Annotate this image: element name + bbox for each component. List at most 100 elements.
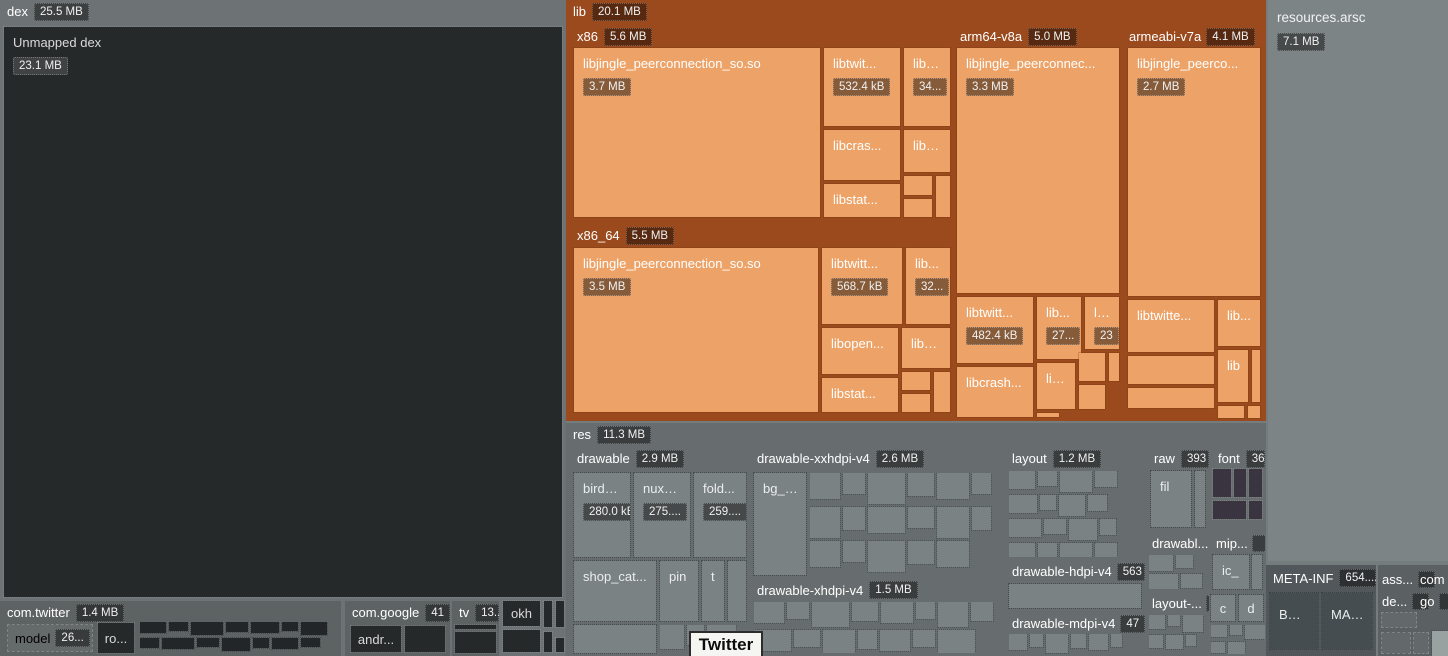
treemap-cell[interactable] [916, 602, 935, 619]
treemap-cell-lib32[interactable]: lib... 32... [906, 248, 950, 324]
treemap-cell[interactable] [810, 507, 840, 538]
group-header-drawable-mdpi-v4[interactable]: drawable-mdpi-v4 47 [1005, 612, 1145, 635]
treemap-cells-grid[interactable] [754, 602, 998, 653]
treemap-cell[interactable] [754, 602, 784, 623]
treemap-cell[interactable] [1009, 543, 1035, 557]
treemap-cell[interactable] [162, 638, 194, 649]
treemap-cell-lib27[interactable]: lib... 27... [1037, 297, 1081, 359]
treemap-cell[interactable] [1095, 471, 1117, 487]
treemap-cell[interactable] [660, 625, 684, 649]
treemap-cell[interactable] [1149, 555, 1173, 571]
treemap-cell-resources-arsc[interactable]: resources.arsc 7.1 MB [1268, 0, 1448, 561]
group-header-x86-64[interactable]: x86_64 5.5 MB [570, 224, 954, 247]
treemap-cell[interactable] [1211, 625, 1227, 637]
treemap-cell-libtwitte[interactable]: libtwitte... [1128, 300, 1214, 352]
treemap-cell[interactable] [971, 602, 993, 621]
treemap-cell-fil[interactable]: fil [1151, 471, 1191, 527]
treemap-cell[interactable] [972, 473, 991, 494]
treemap-cell[interactable] [1088, 495, 1107, 511]
treemap-cell-lib[interactable]: lib... [1037, 363, 1075, 409]
treemap-cell[interactable] [1149, 615, 1165, 629]
treemap-cell-libopen[interactable]: libopen... [822, 328, 898, 374]
treemap-cell-font-file[interactable] [1213, 501, 1246, 519]
treemap-cells-grid[interactable] [1149, 615, 1207, 654]
treemap-cell-fold[interactable]: fold... 259.... [694, 473, 746, 557]
treemap-cell[interactable] [972, 507, 991, 530]
treemap-cell[interactable] [169, 622, 188, 631]
group-header-x86[interactable]: x86 5.6 MB [570, 25, 954, 48]
treemap-cell[interactable] [938, 630, 975, 653]
group-header-raw[interactable]: raw 393 [1147, 447, 1209, 470]
treemap-cell[interactable] [140, 638, 159, 648]
treemap-cell[interactable] [301, 638, 320, 647]
treemap-cell[interactable] [1181, 574, 1202, 588]
treemap-cell-ro[interactable]: ro... [98, 623, 134, 653]
group-header-layout-land[interactable]: layout-... [1147, 593, 1209, 613]
treemap-cell[interactable] [1149, 574, 1178, 589]
treemap-cell[interactable] [1079, 385, 1105, 409]
treemap-cell[interactable] [282, 622, 298, 631]
treemap-cell[interactable] [1382, 633, 1410, 653]
treemap-cell[interactable] [1432, 631, 1448, 656]
treemap-cell-man[interactable]: MAN... [1322, 593, 1372, 649]
treemap-cell[interactable] [1044, 519, 1066, 534]
treemap-cell[interactable] [503, 630, 540, 652]
treemap-cell[interactable] [1218, 406, 1244, 418]
treemap-cell[interactable] [868, 473, 905, 504]
treemap-cell-lib[interactable]: lib... [1218, 300, 1260, 346]
treemap-cell[interactable] [1166, 635, 1183, 649]
treemap-cell[interactable] [787, 602, 809, 619]
treemap-cell[interactable] [937, 541, 969, 567]
treemap-cell[interactable] [794, 630, 820, 647]
treemap-cell[interactable] [1038, 543, 1057, 557]
treemap-cell[interactable] [1038, 471, 1057, 486]
treemap-cell[interactable] [934, 372, 950, 412]
treemap-cells-grid[interactable] [1009, 634, 1141, 654]
treemap-cell[interactable] [1128, 388, 1214, 408]
treemap-cell[interactable] [937, 507, 969, 538]
treemap-cell[interactable] [1040, 495, 1056, 510]
treemap-cell[interactable] [1009, 495, 1037, 513]
treemap-cell-andr[interactable]: andr... [351, 626, 401, 652]
treemap-cell[interactable] [1183, 615, 1203, 632]
treemap-cell-libtwitt[interactable]: libtwitt... 568.7 kB [822, 248, 902, 324]
treemap-cell[interactable] [1111, 634, 1122, 647]
treemap-cell[interactable] [251, 622, 279, 633]
treemap-cell[interactable] [908, 541, 934, 564]
treemap-cells-grid[interactable] [810, 473, 998, 575]
treemap-cell[interactable] [913, 630, 935, 647]
treemap-cell-libs[interactable]: libs 23 [1085, 297, 1119, 349]
treemap-cell-font-file[interactable] [1249, 501, 1262, 519]
treemap-cell-libjingle[interactable]: libjingle_peerco... 2.7 MB [1128, 48, 1260, 296]
treemap-cell[interactable] [1195, 471, 1205, 527]
treemap-cell[interactable] [544, 601, 552, 627]
treemap-cell[interactable] [1095, 543, 1117, 557]
treemap-cell[interactable] [1186, 635, 1196, 646]
treemap-cells-grid[interactable] [1149, 555, 1207, 589]
treemap-cell[interactable] [226, 622, 248, 632]
group-header-com[interactable]: com [1420, 571, 1448, 588]
treemap-cell-d[interactable]: d [1239, 595, 1263, 621]
treemap-cell[interactable] [843, 507, 865, 530]
treemap-cell[interactable] [904, 176, 932, 195]
treemap-cell[interactable] [1009, 584, 1141, 608]
group-header-drawable-hdpi-v4[interactable]: drawable-hdpi-v4 563 [1005, 560, 1145, 583]
treemap-cell[interactable] [1128, 356, 1214, 384]
treemap-cell[interactable] [1009, 634, 1027, 650]
treemap-cell-font-file[interactable] [1213, 469, 1231, 497]
treemap-cell-libstat[interactable]: libstat... [824, 184, 900, 217]
treemap-cell[interactable] [881, 602, 913, 623]
treemap-cell-pin[interactable]: pin [660, 561, 698, 621]
treemap-cell[interactable] [812, 602, 849, 627]
treemap-cell[interactable] [1030, 634, 1043, 647]
treemap-cell-libcrash[interactable]: libcrash... [957, 367, 1033, 417]
treemap-cell-libjingle[interactable]: libjingle_peerconnec... 3.3 MB [957, 48, 1119, 293]
group-header-meta-inf[interactable]: META-INF 654.... [1266, 565, 1376, 591]
treemap-cell[interactable] [938, 602, 968, 627]
treemap-cell[interactable] [852, 602, 878, 621]
treemap-cell[interactable] [902, 394, 930, 412]
treemap-cell[interactable] [455, 625, 496, 629]
treemap-cell[interactable] [574, 625, 656, 653]
treemap-cell[interactable] [1009, 471, 1035, 489]
treemap-cell-bg-h[interactable]: bg_h... [754, 473, 806, 575]
